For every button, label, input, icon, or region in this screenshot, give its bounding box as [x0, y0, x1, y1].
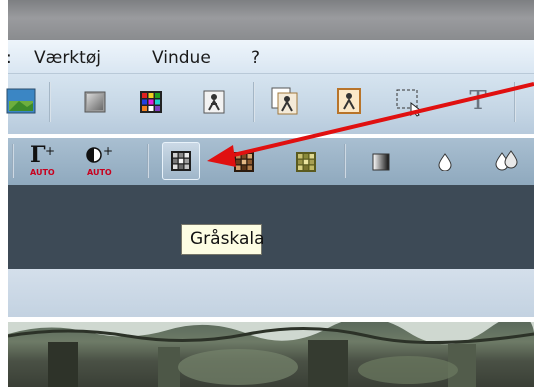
- app-window: : Værktøj Vindue ? T Γ + AUTO + AUTO Grå…: [0, 0, 534, 387]
- annotation-arrow: [207, 82, 534, 167]
